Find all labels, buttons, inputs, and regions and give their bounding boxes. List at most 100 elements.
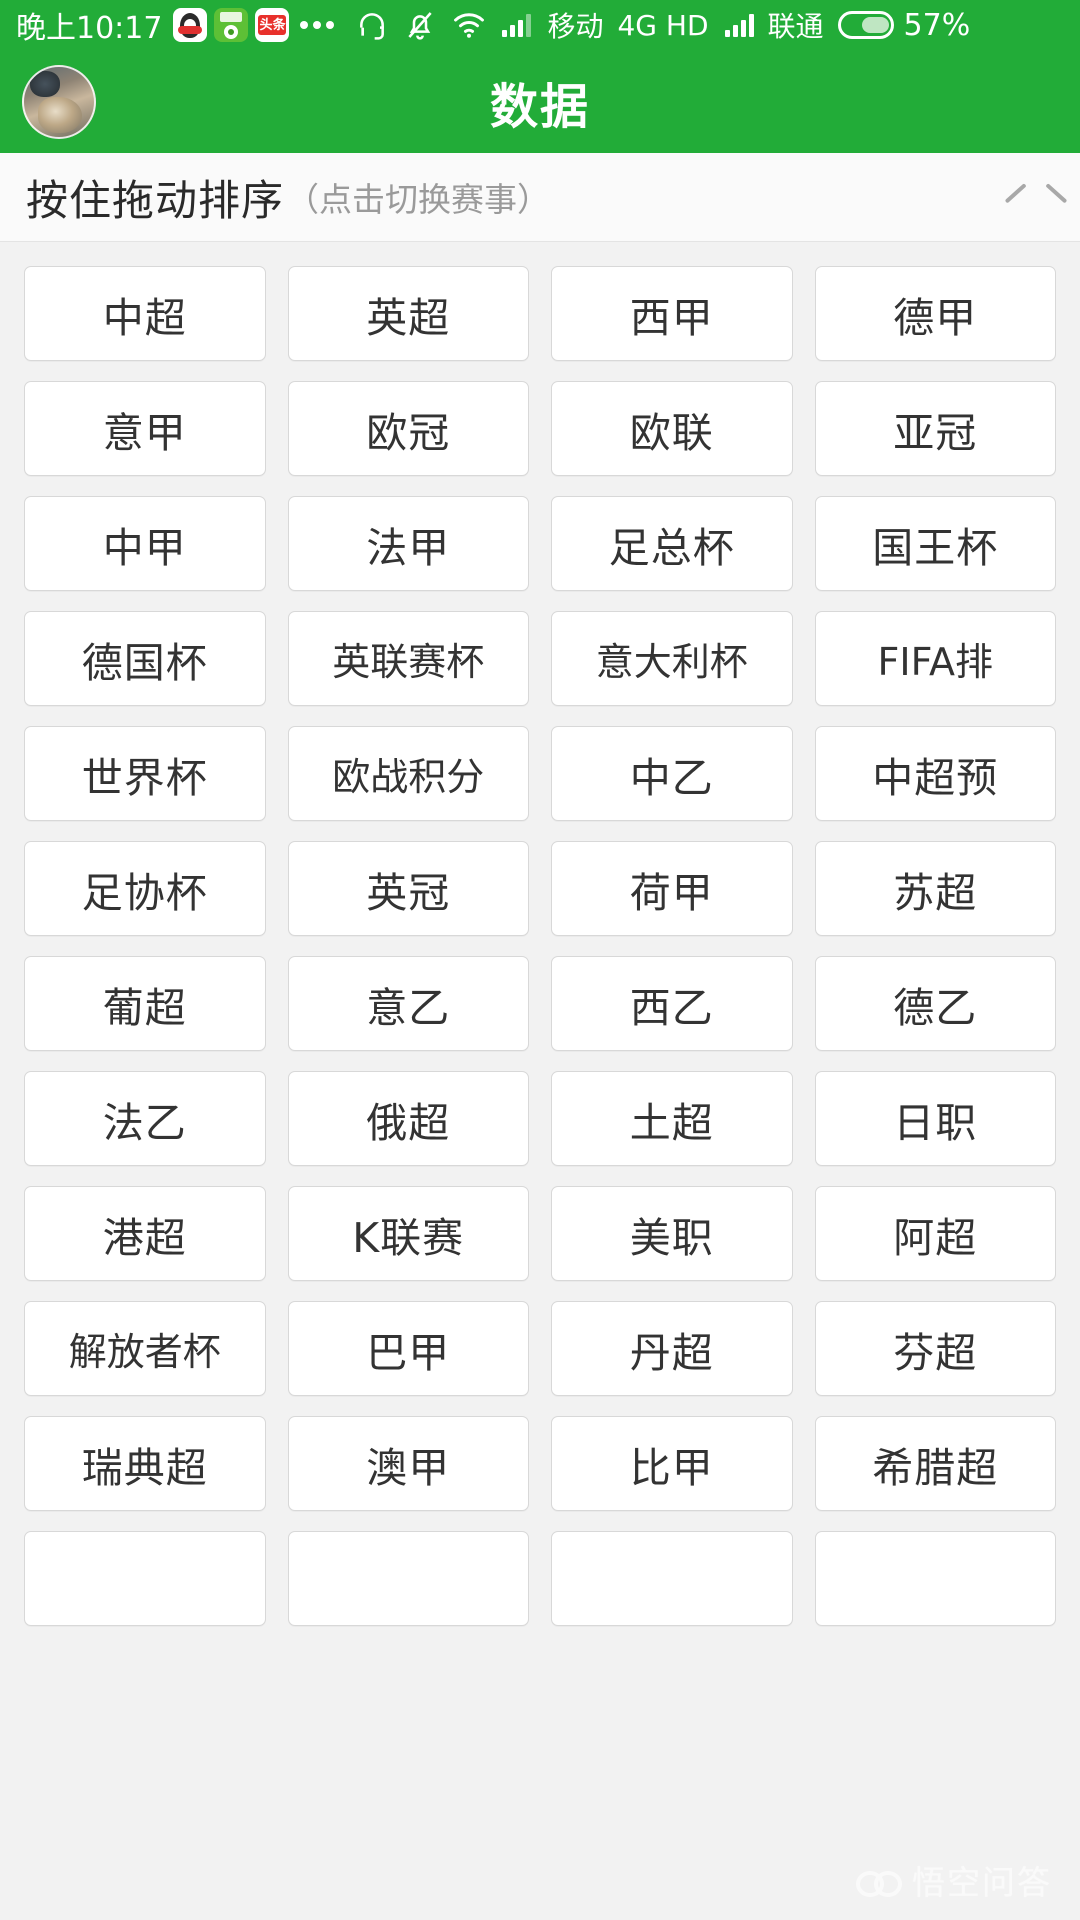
league-cell-label: 解放者杯: [68, 1330, 221, 1374]
league-cell[interactable]: 欧冠: [287, 381, 529, 476]
qq-icon: [173, 8, 208, 42]
league-cell-label: 美职: [629, 1213, 714, 1262]
battery-percent-label: 57%: [903, 7, 971, 43]
league-cell-label: 西甲: [629, 293, 714, 342]
headset-icon: [356, 9, 388, 41]
sort-hint-sub-text: （点击切换赛事）: [286, 180, 551, 219]
league-cell[interactable]: 德甲: [814, 266, 1056, 361]
network-type-label: 4G HD: [617, 8, 709, 42]
league-cell[interactable]: 中甲: [24, 496, 266, 591]
league-cell[interactable]: 日职: [814, 1071, 1056, 1166]
league-cell-label: 中超预: [872, 753, 999, 802]
carrier-label-1: 移动: [547, 10, 604, 43]
league-cell[interactable]: FIFA排: [814, 611, 1056, 706]
league-cell-label: 德乙: [893, 983, 978, 1032]
league-cell[interactable]: 亚冠: [814, 381, 1056, 476]
league-cell[interactable]: 足协杯: [24, 841, 266, 936]
wukong-logo-icon: [856, 1865, 902, 1897]
league-cell[interactable]: 瑞典超: [24, 1416, 266, 1511]
league-cell[interactable]: 国王杯: [814, 496, 1056, 591]
league-cell[interactable]: 希腊超: [814, 1416, 1056, 1511]
league-cell-label: FIFA排: [877, 640, 993, 684]
league-cell-label: 欧冠: [366, 408, 451, 457]
league-cell-label: 世界杯: [81, 753, 208, 802]
league-cell[interactable]: 荷甲: [551, 841, 793, 936]
league-cell[interactable]: 欧战积分: [287, 726, 529, 821]
league-cell-label: 港超: [102, 1213, 187, 1262]
sort-hint-main-text: 按住拖动排序: [26, 175, 285, 225]
league-cell[interactable]: 英联赛杯: [287, 611, 529, 706]
league-cell[interactable]: 比甲: [551, 1416, 793, 1511]
league-cell-label: 瑞典超: [81, 1443, 208, 1492]
league-cell[interactable]: [814, 1531, 1056, 1626]
league-cell-label: 比甲: [629, 1443, 714, 1492]
page-title: 数据: [489, 78, 590, 135]
league-cell-label: 德甲: [893, 293, 978, 342]
league-cell[interactable]: 中乙: [551, 726, 793, 821]
league-cell-label: 葡超: [102, 983, 187, 1032]
league-cell[interactable]: 澳甲: [287, 1416, 529, 1511]
league-cell-label: 英冠: [366, 868, 451, 917]
league-cell[interactable]: 丹超: [551, 1301, 793, 1396]
league-cell[interactable]: 英冠: [287, 841, 529, 936]
league-cell[interactable]: 美职: [551, 1186, 793, 1281]
league-cell-label: 苏超: [893, 868, 978, 917]
avatar[interactable]: [22, 64, 96, 139]
league-cell[interactable]: 足总杯: [551, 496, 793, 591]
sort-hint-bar[interactable]: 按住拖动排序 （点击切换赛事）: [0, 153, 1080, 242]
toutiao-label: 头条: [258, 15, 287, 35]
league-cell[interactable]: 意大利杯: [551, 611, 793, 706]
app-header: 数据: [0, 50, 1080, 153]
league-cell[interactable]: 葡超: [24, 956, 266, 1051]
league-cell-label: 西乙: [629, 983, 714, 1032]
league-cell-label: 法甲: [366, 523, 451, 572]
league-cell[interactable]: 法甲: [287, 496, 529, 591]
league-cell[interactable]: 英超: [287, 266, 529, 361]
league-cell[interactable]: [24, 1531, 266, 1626]
league-cell-label: 荷甲: [629, 868, 714, 917]
league-cell[interactable]: [551, 1531, 793, 1626]
league-cell[interactable]: 中超: [24, 266, 266, 361]
league-cell[interactable]: 西乙: [551, 956, 793, 1051]
league-cell[interactable]: 德乙: [814, 956, 1056, 1051]
wifi-icon: [452, 10, 486, 40]
league-cell-label: 英超: [366, 293, 451, 342]
league-cell-label: 阿超: [893, 1213, 978, 1262]
bell-muted-icon: [404, 9, 436, 41]
football-app-icon: [214, 8, 249, 42]
league-cell-label: 足协杯: [81, 868, 208, 917]
league-cell-label: 德国杯: [81, 638, 208, 687]
league-cell-label: 法乙: [102, 1098, 187, 1147]
league-cell-label: 澳甲: [366, 1443, 451, 1492]
battery-icon: [837, 11, 894, 39]
league-cell-label: 日职: [893, 1098, 978, 1147]
league-cell[interactable]: 意甲: [24, 381, 266, 476]
league-cell-label: K联赛: [352, 1213, 465, 1262]
league-cell[interactable]: 巴甲: [287, 1301, 529, 1396]
toutiao-icon: 头条: [255, 8, 290, 42]
league-cell[interactable]: 世界杯: [24, 726, 266, 821]
league-cell-label: 俄超: [366, 1098, 451, 1147]
status-app-icons: 头条: [173, 8, 290, 42]
league-cell[interactable]: 意乙: [287, 956, 529, 1051]
league-cell[interactable]: 中超预: [814, 726, 1056, 821]
chevron-up-icon[interactable]: [1000, 174, 1046, 220]
league-cell-label: 土超: [629, 1098, 714, 1147]
league-cell[interactable]: 德国杯: [24, 611, 266, 706]
league-cell[interactable]: 港超: [24, 1186, 266, 1281]
league-cell[interactable]: K联赛: [287, 1186, 529, 1281]
status-bar: 晚上10:17 头条 移动 4G HD 联通 57%: [0, 0, 1080, 50]
league-cell[interactable]: 芬超: [814, 1301, 1056, 1396]
league-cell[interactable]: 欧联: [551, 381, 793, 476]
league-cell[interactable]: 俄超: [287, 1071, 529, 1166]
league-cell[interactable]: 土超: [551, 1071, 793, 1166]
league-cell[interactable]: 阿超: [814, 1186, 1056, 1281]
league-grid: 中超 英超 西甲 德甲意甲 欧冠 欧联 亚冠中甲 法甲 足总杯 国王杯德国杯 英联赛杯 意大利杯 FIF…: [24, 266, 1056, 1626]
league-cell[interactable]: 解放者杯: [24, 1301, 266, 1396]
league-cell[interactable]: 西甲: [551, 266, 793, 361]
league-cell[interactable]: 法乙: [24, 1071, 266, 1166]
league-cell-label: 丹超: [629, 1328, 714, 1377]
league-cell-label: 意大利杯: [595, 640, 748, 684]
league-cell[interactable]: [287, 1531, 529, 1626]
league-cell[interactable]: 苏超: [814, 841, 1056, 936]
